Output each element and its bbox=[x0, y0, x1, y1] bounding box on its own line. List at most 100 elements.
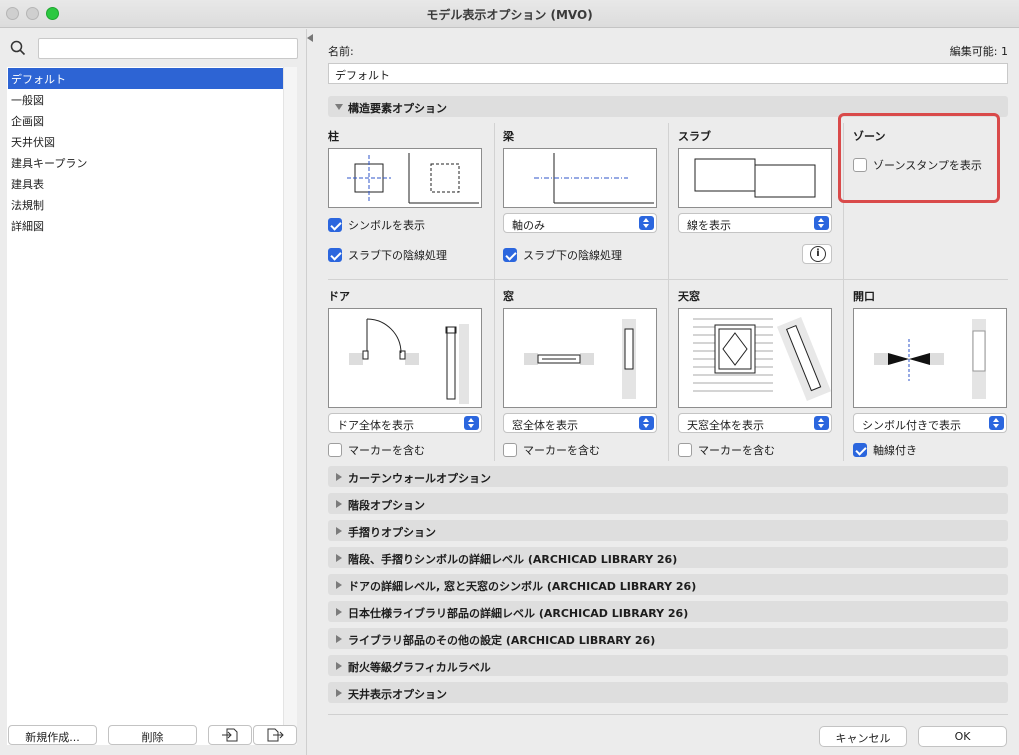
disclosure-closed-icon bbox=[336, 554, 342, 562]
list-scrollbar[interactable] bbox=[283, 67, 297, 745]
opening-title: 開口 bbox=[853, 290, 875, 303]
slab-display-select[interactable]: 線を表示 bbox=[678, 213, 832, 233]
disclosure-closed-icon bbox=[336, 527, 342, 535]
editable-count: 編集可能: 1 bbox=[949, 45, 1008, 58]
disclosure-closed-icon bbox=[336, 581, 342, 589]
sidebar: デフォルト 一般図 企画図 天井伏図 建具キープラン 建具表 法規制 詳細図 新… bbox=[0, 29, 307, 755]
list-item-planning[interactable]: 企画図 bbox=[8, 110, 283, 131]
opening-preview bbox=[853, 308, 1007, 408]
skylight-display-select[interactable]: 天窓全体を表示 bbox=[678, 413, 832, 433]
select-value: ドア全体を表示 bbox=[337, 419, 414, 432]
new-button[interactable]: 新規作成... bbox=[8, 725, 97, 745]
opening-display-select[interactable]: シンボル付きで表示 bbox=[853, 413, 1007, 433]
skylight-preview bbox=[678, 308, 832, 408]
checkbox-label: マーカーを含む bbox=[348, 444, 425, 457]
window-title: モデル表示オプション (MVO) bbox=[426, 8, 593, 22]
export-button[interactable] bbox=[253, 725, 297, 745]
opening-axis-checkbox[interactable]: 軸線付き bbox=[853, 442, 917, 458]
section-title: 天井表示オプション bbox=[348, 688, 447, 701]
divider bbox=[494, 123, 495, 461]
delete-button[interactable]: 削除 bbox=[108, 725, 197, 745]
skylight-include-marker-checkbox[interactable]: マーカーを含む bbox=[678, 442, 775, 458]
column-slab-hidden-checkbox[interactable]: スラブ下の陰線処理 bbox=[328, 247, 447, 263]
beam-title: 梁 bbox=[503, 130, 514, 143]
section-title: 日本仕様ライブラリ部品の詳細レベル (ARCHICAD LIBRARY 26) bbox=[348, 607, 689, 620]
cancel-button[interactable]: キャンセル bbox=[819, 726, 907, 747]
select-value: 線を表示 bbox=[687, 219, 731, 232]
checkbox-label: 軸線付き bbox=[873, 444, 917, 457]
section-title: 階段、手摺りシンボルの詳細レベル (ARCHICAD LIBRARY 26) bbox=[348, 553, 678, 566]
section-title: 階段オプション bbox=[348, 499, 425, 512]
door-preview bbox=[328, 308, 482, 408]
curtain-wall-options-header[interactable]: カーテンウォールオプション bbox=[328, 466, 1008, 487]
name-field[interactable]: デフォルト bbox=[328, 63, 1008, 84]
list-item-ceiling-plan[interactable]: 天井伏図 bbox=[8, 131, 283, 152]
door-display-select[interactable]: ドア全体を表示 bbox=[328, 413, 482, 433]
name-label: 名前: bbox=[328, 45, 354, 58]
search-input[interactable] bbox=[38, 38, 298, 59]
divider bbox=[668, 123, 669, 461]
ok-button[interactable]: OK bbox=[918, 726, 1007, 747]
column-preview bbox=[328, 148, 482, 208]
list-item-default[interactable]: デフォルト bbox=[8, 68, 283, 89]
japan-library-detail-header[interactable]: 日本仕様ライブラリ部品の詳細レベル (ARCHICAD LIBRARY 26) bbox=[328, 601, 1008, 622]
column-show-symbol-checkbox[interactable]: シンボルを表示 bbox=[328, 217, 425, 233]
checkbox-label: マーカーを含む bbox=[698, 444, 775, 457]
chevron-updown-icon bbox=[814, 416, 829, 430]
select-value: 軸のみ bbox=[512, 219, 545, 232]
list-item-general[interactable]: 一般図 bbox=[8, 89, 283, 110]
divider bbox=[328, 279, 1008, 280]
slab-info-button[interactable]: i bbox=[802, 244, 832, 264]
window-display-select[interactable]: 窓全体を表示 bbox=[503, 413, 657, 433]
railing-options-header[interactable]: 手摺りオプション bbox=[328, 520, 1008, 541]
checkbox-checked[interactable] bbox=[503, 248, 517, 262]
stair-options-header[interactable]: 階段オプション bbox=[328, 493, 1008, 514]
import-button[interactable] bbox=[208, 725, 252, 745]
beam-slab-hidden-checkbox[interactable]: スラブ下の陰線処理 bbox=[503, 247, 622, 263]
stair-railing-detail-header[interactable]: 階段、手摺りシンボルの詳細レベル (ARCHICAD LIBRARY 26) bbox=[328, 547, 1008, 568]
section-title: 構造要素オプション bbox=[348, 102, 447, 115]
mvo-combination-list: デフォルト 一般図 企画図 天井伏図 建具キープラン 建具表 法規制 詳細図 bbox=[7, 67, 297, 745]
checkbox-unchecked[interactable] bbox=[328, 443, 342, 457]
checkbox-label: シンボルを表示 bbox=[348, 219, 425, 232]
column-title: 柱 bbox=[328, 130, 339, 143]
chevron-updown-icon bbox=[814, 216, 829, 230]
disclosure-closed-icon bbox=[336, 689, 342, 697]
window-title-label: 窓 bbox=[503, 290, 514, 303]
slab-preview bbox=[678, 148, 832, 208]
chevron-updown-icon bbox=[639, 216, 654, 230]
window-include-marker-checkbox[interactable]: マーカーを含む bbox=[503, 442, 600, 458]
checkbox-unchecked[interactable] bbox=[503, 443, 517, 457]
collapse-sidebar-icon[interactable] bbox=[307, 34, 313, 42]
checkbox-unchecked[interactable] bbox=[678, 443, 692, 457]
list-item-fitting-schedule[interactable]: 建具表 bbox=[8, 173, 283, 194]
search-icon bbox=[10, 40, 26, 56]
section-title: カーテンウォールオプション bbox=[348, 472, 491, 485]
disclosure-closed-icon bbox=[336, 608, 342, 616]
info-icon: i bbox=[810, 246, 826, 262]
door-include-marker-checkbox[interactable]: マーカーを含む bbox=[328, 442, 425, 458]
list-item-regulations[interactable]: 法規制 bbox=[8, 194, 283, 215]
section-title: ライブラリ部品のその他の設定 (ARCHICAD LIBRARY 26) bbox=[348, 634, 656, 647]
beam-display-select[interactable]: 軸のみ bbox=[503, 213, 657, 233]
list-item-fitting-key-plan[interactable]: 建具キープラン bbox=[8, 152, 283, 173]
checkbox-checked[interactable] bbox=[328, 248, 342, 262]
select-value: 天窓全体を表示 bbox=[687, 419, 764, 432]
slab-title: スラブ bbox=[678, 130, 711, 143]
title-bar: モデル表示オプション (MVO) bbox=[0, 0, 1019, 28]
fire-rating-label-header[interactable]: 耐火等級グラフィカルラベル bbox=[328, 655, 1008, 676]
checkbox-checked[interactable] bbox=[853, 443, 867, 457]
checkbox-checked[interactable] bbox=[328, 218, 342, 232]
disclosure-closed-icon bbox=[336, 662, 342, 670]
list-item-detail[interactable]: 詳細図 bbox=[8, 215, 283, 236]
ceiling-display-options-header[interactable]: 天井表示オプション bbox=[328, 682, 1008, 703]
library-other-settings-header[interactable]: ライブラリ部品のその他の設定 (ARCHICAD LIBRARY 26) bbox=[328, 628, 1008, 649]
select-value: 窓全体を表示 bbox=[512, 419, 578, 432]
disclosure-closed-icon bbox=[336, 635, 342, 643]
section-title: 耐火等級グラフィカルラベル bbox=[348, 661, 491, 674]
checkbox-label: スラブ下の陰線処理 bbox=[523, 249, 622, 262]
door-window-detail-header[interactable]: ドアの詳細レベル, 窓と天窓のシンボル (ARCHICAD LIBRARY 26… bbox=[328, 574, 1008, 595]
footer-divider bbox=[328, 714, 1008, 715]
disclosure-closed-icon bbox=[336, 473, 342, 481]
chevron-updown-icon bbox=[989, 416, 1004, 430]
